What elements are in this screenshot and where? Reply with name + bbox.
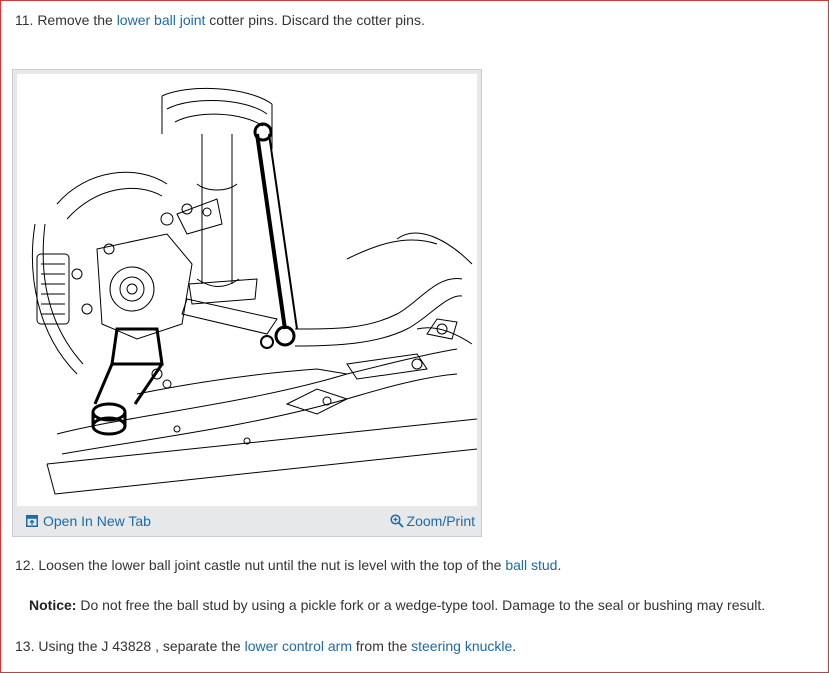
lower-control-arm-link[interactable]: lower control arm (245, 638, 352, 654)
zoom-icon (389, 514, 404, 528)
illustration-figure: Open In New Tab Zoom/Print (12, 69, 482, 537)
notice-label: Notice: (29, 597, 77, 613)
step-12-suffix: . (557, 557, 562, 573)
step-11: 11. Remove the lower ball joint cotter p… (15, 11, 425, 29)
figure-toolbar: Open In New Tab Zoom/Print (13, 506, 481, 536)
notice-text: Do not free the ball stud by using a pic… (76, 597, 766, 613)
suspension-illustration (17, 74, 477, 506)
open-in-new-tab-button[interactable]: Open In New Tab (26, 513, 151, 529)
step-13-suffix: . (512, 638, 517, 654)
ball-stud-link[interactable]: ball stud (505, 557, 557, 573)
step-11-suffix: cotter pins. Discard the cotter pins. (205, 12, 425, 28)
open-in-new-tab-icon (26, 515, 38, 527)
content-frame: 11. Remove the lower ball joint cotter p… (0, 0, 829, 673)
zoom-print-label: Zoom/Print (406, 513, 475, 529)
step-13-middle: from the (351, 638, 412, 654)
open-in-new-tab-label: Open In New Tab (43, 513, 151, 529)
notice: Notice: Do not free the ball stud by usi… (29, 596, 765, 614)
step-11-prefix: 11. Remove the (15, 12, 117, 28)
step-12-prefix: 12. Loosen the lower ball joint castle n… (15, 557, 506, 573)
step-13-prefix: 13. Using the J 43828 , separate the (15, 638, 245, 654)
steering-knuckle-link[interactable]: steering knuckle (411, 638, 512, 654)
step-12: 12. Loosen the lower ball joint castle n… (15, 556, 561, 574)
zoom-print-button[interactable]: Zoom/Print (389, 513, 475, 529)
step-13: 13. Using the J 43828 , separate the low… (15, 637, 516, 655)
lower-ball-joint-link[interactable]: lower ball joint (117, 12, 206, 28)
